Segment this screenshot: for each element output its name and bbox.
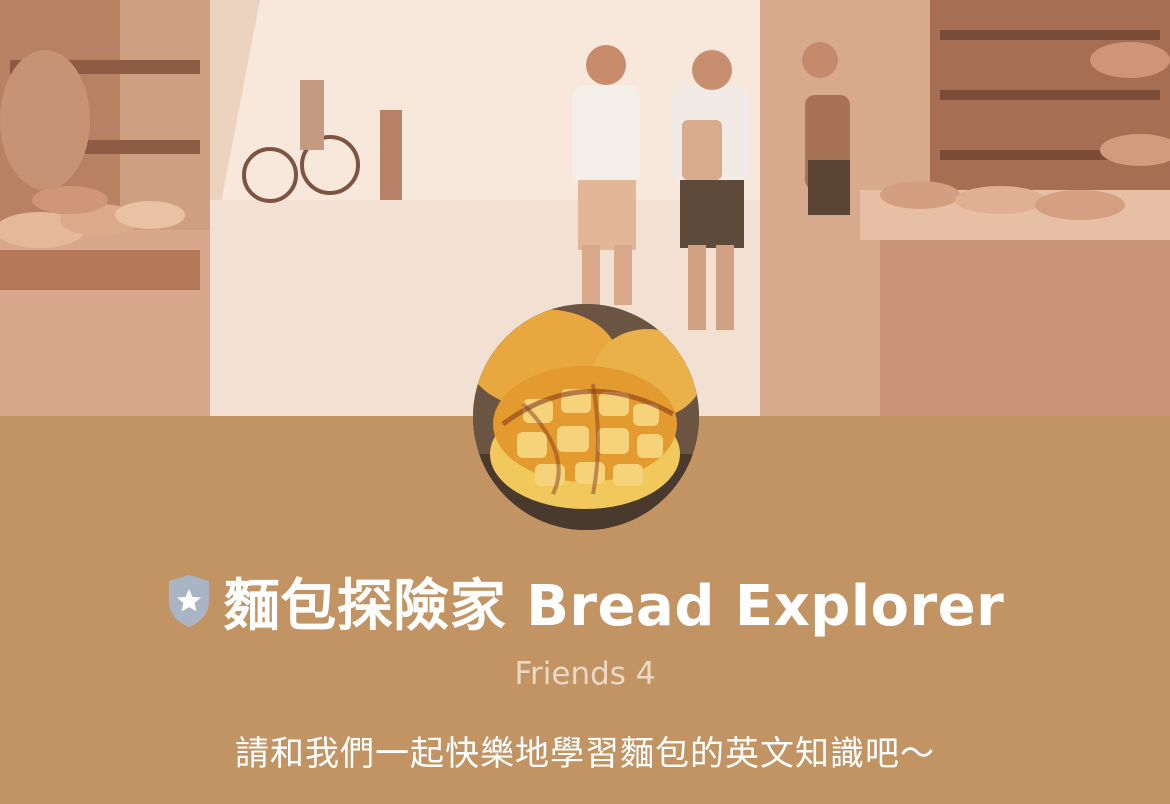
- profile-name: 麵包探險家 Bread Explorer: [223, 573, 1005, 639]
- profile-title-row: 麵包探險家 Bread Explorer: [0, 566, 1170, 639]
- friends-count[interactable]: Friends 4: [0, 656, 1170, 692]
- verified-shield-star-icon[interactable]: [166, 575, 212, 627]
- status-message: 請和我們一起快樂地學習麵包的英文知識吧～: [235, 734, 935, 774]
- avatar[interactable]: [473, 304, 699, 530]
